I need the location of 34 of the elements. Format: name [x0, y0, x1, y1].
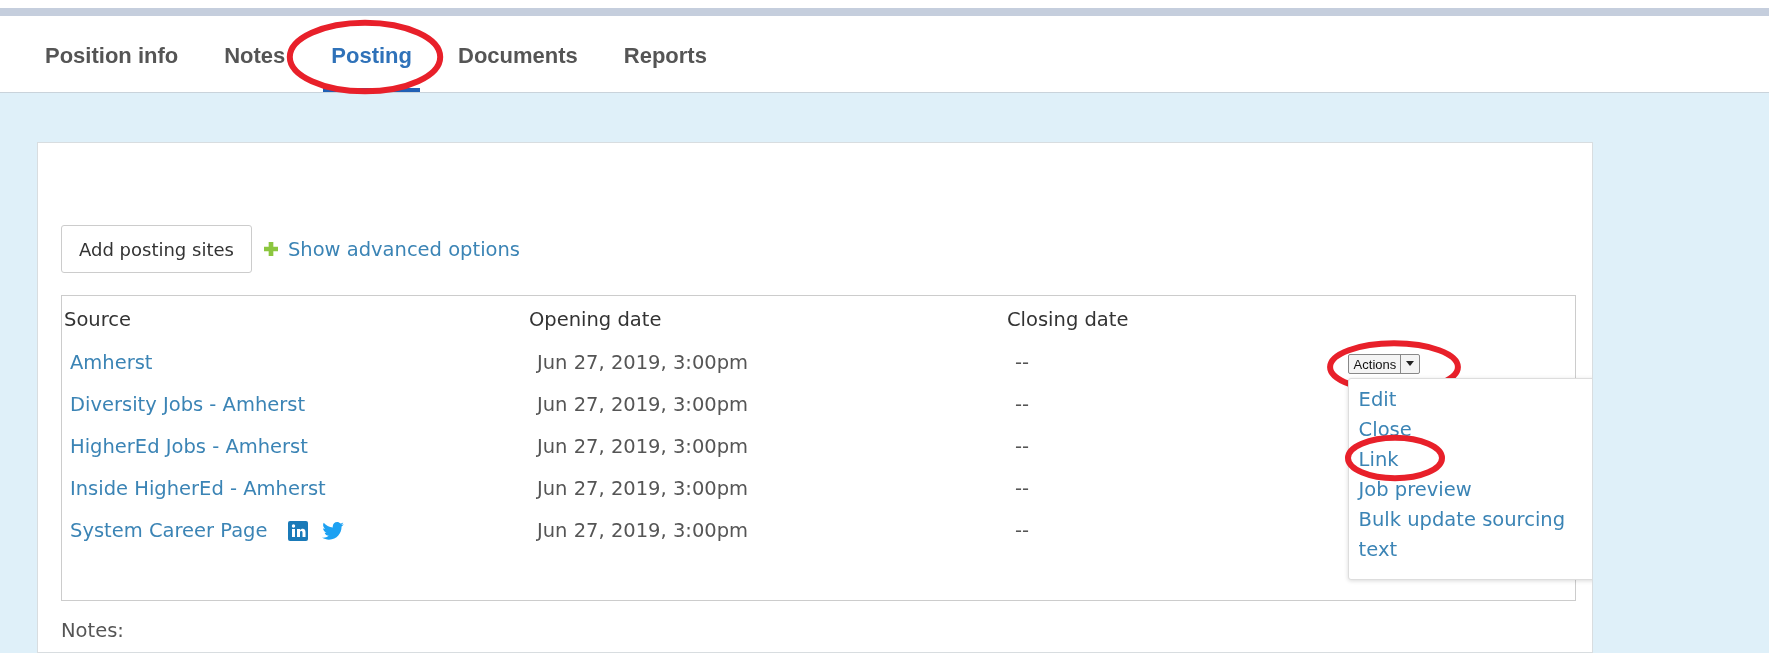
show-advanced-options-link[interactable]: Show advanced options — [287, 237, 520, 261]
source-link[interactable]: Inside HigherEd - Amherst — [70, 477, 326, 500]
menu-item[interactable]: Job preview — [1358, 474, 1472, 505]
table-cell-text: Jun 27, 2019, 3:00pm — [535, 517, 750, 544]
source-link[interactable]: HigherEd Jobs - Amherst — [70, 435, 308, 458]
tab[interactable]: Position info — [37, 16, 187, 92]
tab[interactable]: Reports — [615, 16, 715, 92]
actions-dropdown[interactable]: Actions — [1347, 353, 1421, 374]
menu-item[interactable]: Close — [1358, 414, 1412, 445]
table-cell-text: -- — [1014, 349, 1031, 376]
notes-label: Notes: — [61, 619, 124, 642]
table-cell-text: -- — [1014, 517, 1031, 544]
source-link[interactable]: System Career Page — [70, 519, 268, 542]
column-header: Opening date — [528, 307, 663, 333]
table-cell-text: -- — [1014, 433, 1031, 460]
table-cell-text: Jun 27, 2019, 3:00pm — [535, 475, 750, 502]
bird-icon[interactable] — [321, 521, 344, 540]
tab[interactable]: Documents — [450, 16, 586, 92]
column-header: Source — [63, 307, 132, 333]
table-cell-text: Jun 27, 2019, 3:00pm — [535, 433, 750, 460]
source-link[interactable]: Diversity Jobs - Amherst — [70, 393, 306, 416]
menu-item[interactable]: Bulk update sourcing text — [1358, 504, 1589, 565]
source-link[interactable]: Amherst — [70, 351, 153, 374]
table-cell-text: Jun 27, 2019, 3:00pm — [535, 349, 750, 376]
add-posting-sites-button[interactable]: Add posting sites — [61, 225, 252, 273]
column-header: Closing date — [1006, 307, 1130, 333]
plus-icon — [263, 242, 278, 256]
table-cell-text: -- — [1014, 475, 1031, 502]
menu-item[interactable]: Edit — [1358, 384, 1397, 415]
table-cell-text: Jun 27, 2019, 3:00pm — [535, 391, 750, 418]
caret-icon — [1406, 361, 1415, 366]
linkedin-icon[interactable] — [287, 520, 308, 541]
tab[interactable]: Notes — [216, 16, 294, 92]
table-cell-text: -- — [1014, 391, 1031, 418]
